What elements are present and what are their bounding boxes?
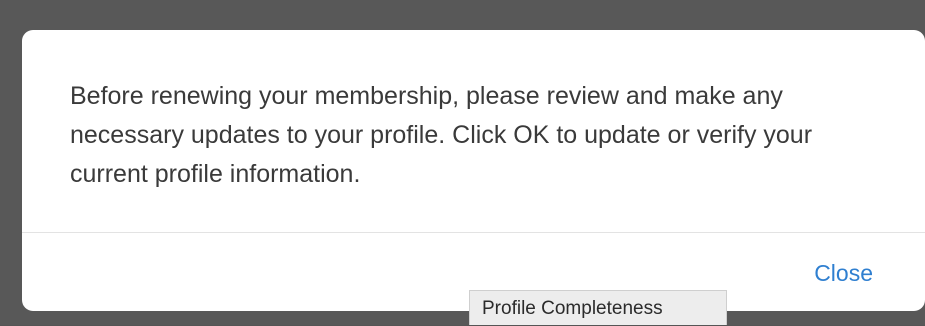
- dialog-message: Before renewing your membership, please …: [70, 82, 813, 188]
- dialog-divider: [22, 232, 925, 233]
- close-button[interactable]: Close: [814, 260, 873, 287]
- renewal-dialog: Before renewing your membership, please …: [22, 30, 925, 311]
- profile-completeness-tooltip: Profile Completeness: [469, 290, 727, 325]
